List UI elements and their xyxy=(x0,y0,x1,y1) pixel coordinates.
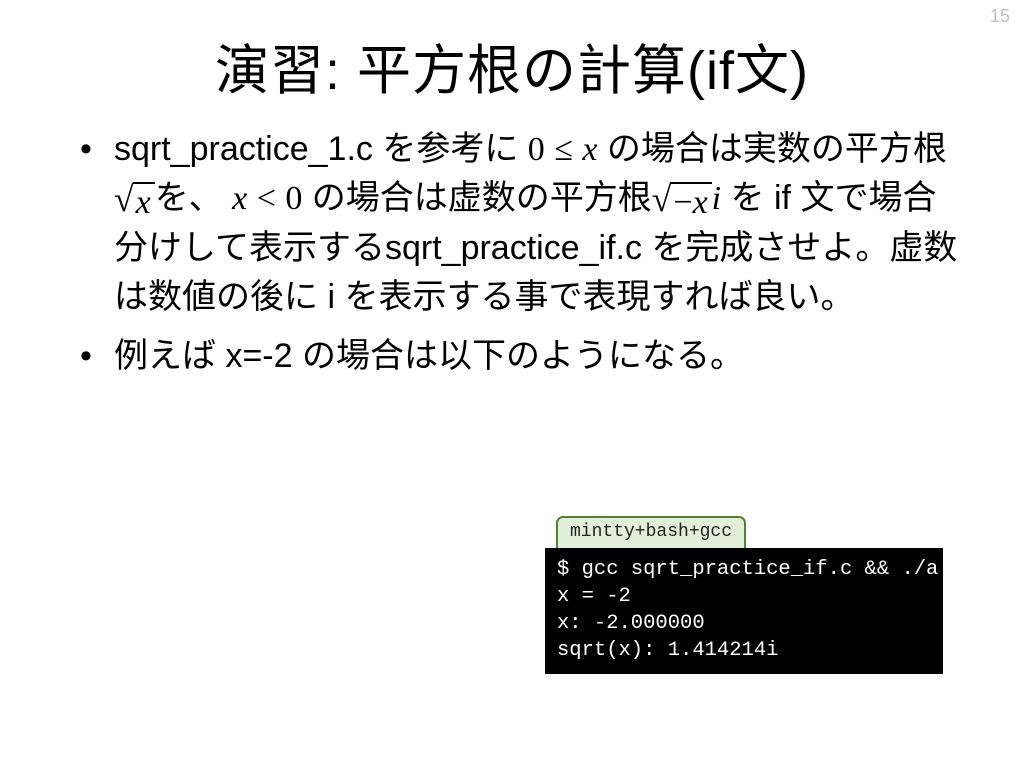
math-lt: < xyxy=(257,180,276,217)
bullet-list: sqrt_practice_1.c を参考に 0 ≤ x の場合は実数の平方根 √… xyxy=(80,125,964,381)
math-0b: 0 xyxy=(285,180,302,217)
text: sqrt_practice_1.c を参考に xyxy=(114,130,528,168)
text: を、 xyxy=(155,179,232,217)
slide: 15 演習: 平方根の計算(if文) sqrt_practice_1.c を参考… xyxy=(0,0,1024,768)
math-le: ≤ xyxy=(554,131,573,168)
slide-title: 演習: 平方根の計算(if文) xyxy=(0,0,1024,105)
imag-i: i xyxy=(712,180,721,217)
bullet-1: sqrt_practice_1.c を参考に 0 ≤ x の場合は実数の平方根 √… xyxy=(80,125,964,322)
math-0: 0 xyxy=(528,131,545,168)
sqrt-neg-x: √−−xx xyxy=(652,182,712,221)
math-x2: x xyxy=(232,180,247,217)
terminal-output: $ gcc sqrt_practice_if.c && ./a x = -2 x… xyxy=(545,548,943,674)
sqrt-x: √x xyxy=(114,182,155,221)
bullet-2: 例えば x=-2 の場合は以下のようになる。 xyxy=(80,332,964,381)
page-number: 15 xyxy=(990,6,1010,27)
math-x: x xyxy=(582,131,597,168)
text: の場合は虚数の平方根 xyxy=(302,179,651,217)
text: の場合は実数の平方根 xyxy=(597,130,946,168)
slide-body: sqrt_practice_1.c を参考に 0 ≤ x の場合は実数の平方根 √… xyxy=(0,105,1024,381)
